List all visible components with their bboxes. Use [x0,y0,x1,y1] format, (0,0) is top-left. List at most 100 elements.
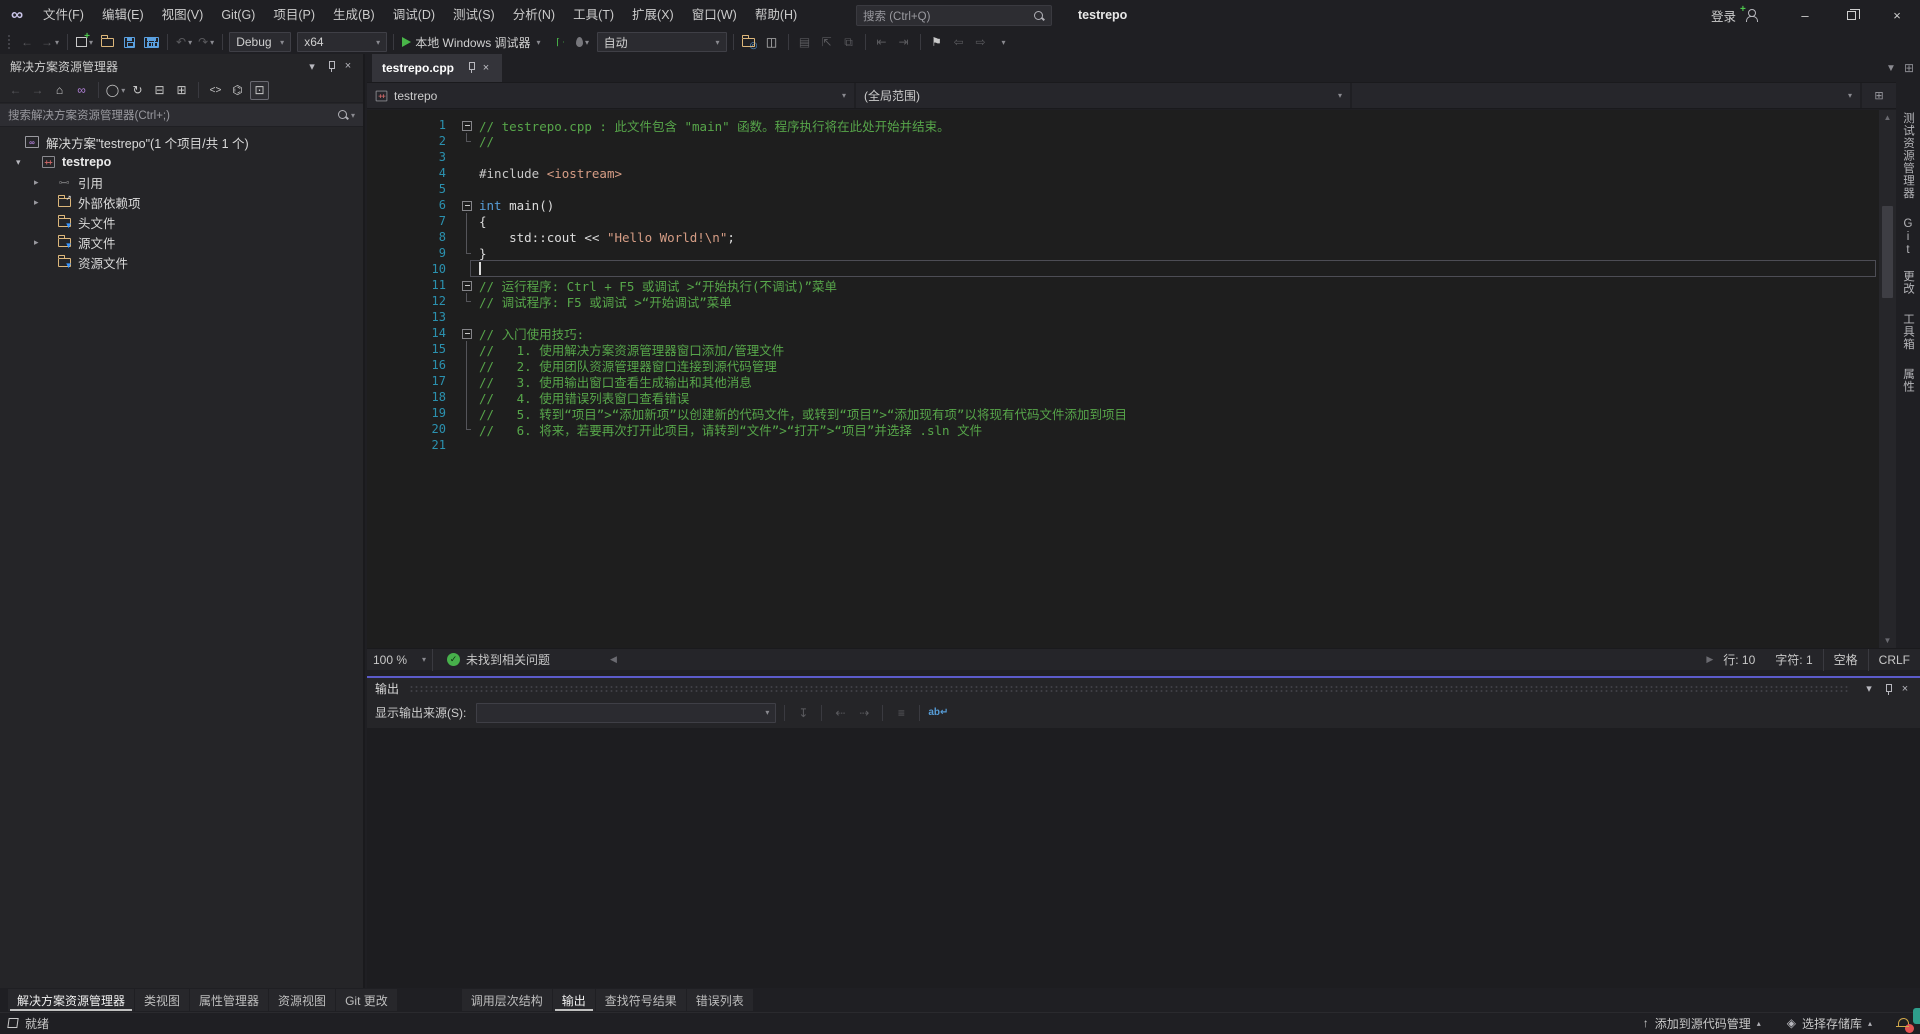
pin-icon[interactable] [321,57,339,75]
menu-item[interactable]: 项目(P) [264,8,324,22]
preview-selected-items-icon[interactable]: ⊡ [250,81,269,100]
document-tab[interactable]: testrepo.cpp × [372,54,502,82]
minimize-button[interactable]: – [1782,0,1828,30]
tree-item[interactable]: ▾++testrepo [0,152,363,172]
properties-wrench-icon[interactable]: ⌬ [228,81,247,100]
menu-item[interactable]: 窗口(W) [683,8,746,22]
profiler-button[interactable]: ▤ [795,32,815,52]
sign-in-button[interactable]: 登录 [1711,6,1736,25]
find-in-files-button[interactable]: ◎ [740,32,760,52]
menu-item[interactable]: 扩展(X) [623,8,683,22]
sync-active-document-icon[interactable]: ∞ [72,81,91,100]
menu-item[interactable]: 工具(T) [564,8,623,22]
scroll-right-icon[interactable]: ▶ [1706,654,1713,665]
toolbar-overflow-button[interactable]: ▾ [993,32,1013,52]
toolbar-grip[interactable] [7,34,12,50]
account-person-icon[interactable]: + [1742,8,1758,22]
auto-hide-tab[interactable]: Git 更改 [1900,218,1916,295]
navigate-forward-button[interactable]: →▾ [39,32,61,52]
start-debugging-button[interactable]: 本地 Windows 调试器▾ [400,32,542,52]
collapse-all-icon[interactable]: ⊟ [150,81,169,100]
line-indicator[interactable]: 行: 10 [1713,651,1765,668]
back-icon[interactable]: ← [6,81,25,100]
spaces-indicator[interactable]: 空格 [1823,649,1868,671]
eol-indicator[interactable]: CRLF [1868,649,1920,671]
background-tasks-icon[interactable] [7,1018,18,1028]
breadcrumb-member-dropdown[interactable]: ▾ [1352,83,1862,108]
close-icon[interactable]: × [478,62,494,74]
step-cursor-button[interactable]: ⇱ [817,32,837,52]
close-icon[interactable]: × [339,57,357,75]
scroll-down-icon[interactable]: ▼ [1879,633,1896,648]
show-diagnostics-button[interactable]: ⧉ [839,32,859,52]
panel-drag-grip[interactable] [409,685,1850,692]
scrollbar-thumb[interactable] [1882,206,1893,298]
select-repository-button[interactable]: ◈ 选择存储库 ▴ [1777,1013,1882,1034]
pin-icon[interactable] [462,61,478,76]
column-indicator[interactable]: 字符: 1 [1765,651,1822,668]
tool-window-tab[interactable]: Git 更改 [336,989,397,1011]
auto-hide-tab[interactable]: 工具箱 [1900,313,1916,351]
save-button[interactable] [119,32,139,52]
tree-item[interactable]: ▸▫–▫引用 [0,172,363,192]
refresh-icon[interactable]: ↻ [128,81,147,100]
auto-hide-tab[interactable]: 测试资源管理器 [1900,112,1916,200]
maximize-restore-button[interactable] [1828,0,1874,30]
expand-arrow-icon[interactable]: ▸ [34,197,39,208]
navigate-back-button[interactable]: ← [17,32,37,52]
menu-item[interactable]: 帮助(H) [746,8,806,22]
window-position-chevron-icon[interactable]: ▾ [1860,680,1878,698]
menu-item[interactable]: 测试(S) [444,8,504,22]
health-indicator-text[interactable]: 未找到相关问题 [466,651,550,668]
platform-combo[interactable]: x64▾ [297,32,387,52]
show-all-files-icon[interactable]: ⊞ [172,81,191,100]
next-message-icon[interactable]: ⇢ [854,703,874,723]
solution-explorer-search-input[interactable]: 搜索解决方案资源管理器(Ctrl+;) ▾ [0,104,363,127]
output-source-combo[interactable]: ▾ [476,703,776,723]
pin-icon[interactable] [1878,680,1896,698]
menu-item[interactable]: 生成(B) [324,8,384,22]
new-project-button[interactable]: ▾ [74,32,95,52]
scroll-left-icon[interactable]: ◀ [610,654,617,665]
tree-item[interactable]: ▸▼源文件 [0,232,363,252]
expand-arrow-icon[interactable]: ▸ [34,237,39,248]
editor-vertical-scrollbar[interactable]: ▲ ▼ [1879,110,1896,648]
window-position-chevron-icon[interactable]: ▾ [303,57,321,75]
word-wrap-icon[interactable]: ab↵ [928,703,948,723]
menu-item[interactable]: 分析(N) [504,8,564,22]
breadcrumb-project-dropdown[interactable]: ++ testrepo ▾ [367,83,856,108]
hot-reload-button[interactable]: ▾ [573,32,593,52]
tool-window-tab[interactable]: 查找符号结果 [596,989,686,1011]
tool-window-tab[interactable]: 资源视图 [269,989,335,1011]
expand-arrow-icon[interactable]: ▸ [34,177,39,188]
tool-window-tab[interactable]: 类视图 [135,989,189,1011]
breadcrumb-scope-dropdown[interactable]: (全局范围) ▾ [856,83,1352,108]
output-content[interactable] [367,728,1920,988]
start-without-debugging-button[interactable] [551,32,571,52]
menu-item[interactable]: 调试(D) [384,8,444,22]
tool-window-tab[interactable]: 解决方案资源管理器 [8,989,134,1011]
tool-window-tab[interactable]: 输出 [553,989,595,1011]
view-code-icon[interactable]: <> [206,81,225,100]
close-button[interactable]: × [1874,0,1920,30]
undo-button[interactable]: ↶▾ [174,32,194,52]
open-file-button[interactable] [97,32,117,52]
bookmark-prev-button[interactable]: ⇦ [949,32,969,52]
fold-marker-icon[interactable] [460,277,473,293]
indent-decrease-button[interactable]: ⇤ [872,32,892,52]
document-list-chevron-icon[interactable]: ▼ [1886,63,1896,74]
tool-window-tab[interactable]: 调用层次结构 [462,989,552,1011]
prev-message-icon[interactable]: ⇠ [830,703,850,723]
fold-marker-icon[interactable] [460,197,473,213]
hot-reload-mode-combo[interactable]: 自动▾ [597,32,727,52]
menu-item[interactable]: 文件(F) [34,8,93,22]
quick-search-input[interactable]: 搜索 (Ctrl+Q) [856,5,1052,26]
collapse-arrow-icon[interactable]: ▾ [16,157,21,168]
tool-window-tab[interactable]: 错误列表 [687,989,753,1011]
feedback-edge-marker[interactable] [1913,1008,1920,1024]
tree-item[interactable]: ▸↗外部依赖项 [0,192,363,212]
tree-item[interactable]: ∞解决方案"testrepo"(1 个项目/共 1 个) [0,132,363,152]
indent-increase-button[interactable]: ⇥ [894,32,914,52]
notifications-bell-icon[interactable] [1896,1017,1910,1030]
menu-item[interactable]: 编辑(E) [93,8,153,22]
